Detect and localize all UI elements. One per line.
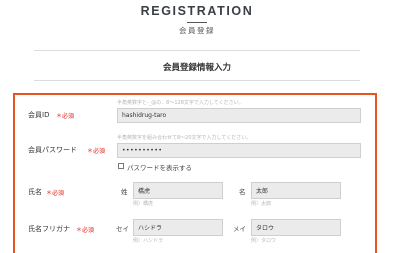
member-id-hint: 半角英数字と-_@の．8～128文字で入力してください。 (117, 100, 244, 106)
last-name-input[interactable]: 橋虎 (133, 182, 223, 199)
first-name-input[interactable]: 太郎 (251, 182, 341, 199)
page-title: REGISTRATION (140, 4, 254, 18)
furigana-last-input[interactable]: ハシドラ (133, 219, 223, 236)
furigana-first-input[interactable]: タロウ (251, 219, 341, 236)
furigana-required-badge: ＊必須 (76, 227, 95, 234)
password-required-badge: ＊必須 (87, 148, 106, 155)
section-divider-top (34, 50, 360, 51)
section-title: 会員登録情報入力 (162, 63, 231, 73)
member-id-input[interactable]: hashidrug-taro (117, 108, 361, 123)
member-id-label: 会員ID (28, 111, 50, 119)
furigana-first-label: メイ (233, 225, 246, 233)
furigana-last-label: セイ (116, 225, 129, 233)
show-password-label[interactable]: パスワードを表示する (127, 162, 192, 172)
title-divider (187, 22, 207, 23)
section-divider-bottom (34, 80, 360, 81)
first-name-label: 名 (239, 188, 246, 196)
page-subtitle: 会員登録 (179, 26, 215, 35)
last-name-label: 姓 (121, 188, 128, 196)
show-password-checkbox[interactable] (118, 163, 124, 169)
name-required-badge: ＊必須 (46, 190, 65, 197)
password-input[interactable]: •••••••••• (117, 143, 361, 158)
first-name-example: 例）太郎 (251, 201, 272, 207)
furigana-last-example: 例）ハシドラ (133, 238, 164, 244)
furigana-label: 氏名フリガナ (28, 225, 70, 233)
member-id-required-badge: ＊必須 (56, 113, 75, 120)
password-label: 会員パスワード (28, 146, 77, 154)
furigana-first-example: 例）タロウ (251, 238, 277, 244)
password-hint: 半角英数字を組み合わせて8～20文字で入力してください。 (117, 135, 252, 141)
last-name-example: 例）橋虎 (133, 201, 154, 207)
name-label: 氏名 (28, 188, 42, 196)
